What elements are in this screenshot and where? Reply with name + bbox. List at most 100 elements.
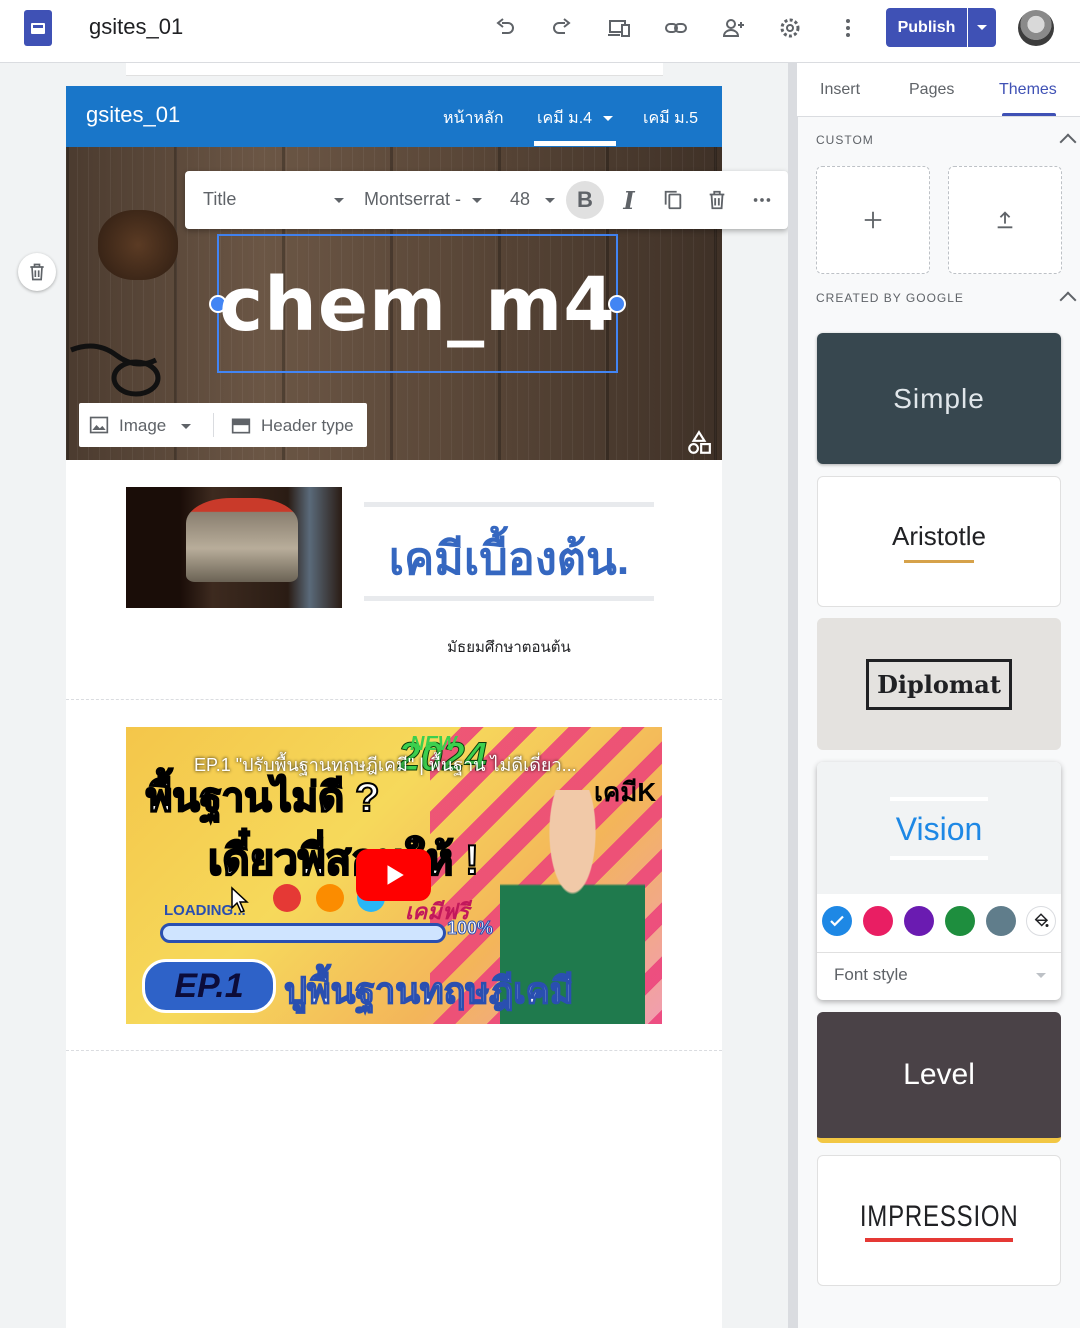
text-style-dropdown[interactable]: Title [203, 189, 348, 210]
avatar[interactable] [1018, 10, 1054, 46]
ruler [126, 63, 663, 76]
video-thumb-ep-badge: EP.1 [142, 959, 276, 1013]
header-type-button[interactable]: Header type [261, 416, 354, 436]
section-subtext[interactable]: มัธยมศึกษาตอนต้น [364, 635, 654, 659]
theme-diplomat[interactable]: Diplomat [817, 618, 1061, 750]
import-theme-button[interactable] [948, 166, 1062, 274]
theme-accent-line [904, 559, 974, 563]
loading-ball-red [273, 884, 301, 912]
theme-aristotle[interactable]: Aristotle [817, 476, 1061, 607]
active-tab-indicator [1002, 113, 1056, 116]
font-family-dropdown[interactable]: Montserrat - [364, 189, 484, 210]
font-size-value: 48 [510, 189, 531, 209]
delete-icon[interactable] [702, 185, 732, 215]
color-swatch-gray[interactable] [986, 906, 1016, 936]
plus-icon [864, 211, 882, 229]
duplicate-icon[interactable] [658, 185, 688, 215]
theme-level[interactable]: Level [817, 1012, 1061, 1143]
glasses-decoration [70, 343, 161, 397]
sites-logo-icon[interactable] [24, 10, 52, 46]
theme-accent-line [890, 855, 988, 860]
delete-section-button[interactable] [18, 253, 56, 291]
color-swatch-pink[interactable] [863, 906, 893, 936]
nav-active-indicator [534, 141, 616, 146]
chevron-down-icon [545, 198, 555, 203]
trash-icon [30, 263, 44, 281]
bold-button[interactable]: B [566, 181, 604, 219]
document-title[interactable]: gsites_01 [89, 14, 183, 40]
mouse-cursor-icon [231, 886, 249, 913]
italic-button[interactable]: I [614, 185, 644, 215]
tab-pages[interactable]: Pages [909, 81, 954, 99]
video-thumb-ep-title: ปูพื้นฐานทฤษฎีเคมี [283, 969, 574, 1012]
header-title-text[interactable]: chem_m4 [217, 262, 618, 348]
youtube-play-button[interactable] [356, 849, 431, 901]
video-channel-brand: เคมีK [594, 777, 657, 807]
preview-devices-icon[interactable] [601, 10, 637, 46]
chevron-down-icon [180, 424, 191, 430]
publish-options-dropdown[interactable] [968, 8, 996, 47]
lamp-shade-detail [186, 498, 298, 582]
color-swatch-blue-selected[interactable] [822, 906, 852, 936]
theme-name: Aristotle [892, 520, 986, 551]
created-by-google-label: CREATED BY GOOGLE [816, 291, 964, 305]
header-image-dropdown[interactable]: Image [119, 416, 191, 436]
theme-accent-line [865, 1237, 1013, 1242]
nav-item-home[interactable]: หน้าหลัก [443, 106, 504, 131]
publish-button[interactable]: Publish [886, 8, 967, 47]
shapes-icon[interactable] [686, 430, 712, 456]
nav-item-chem-m5[interactable]: เคมี ม.5 [643, 106, 698, 131]
custom-section-label: CUSTOM [816, 133, 874, 147]
undo-icon[interactable] [487, 10, 523, 46]
font-style-dropdown[interactable]: Font style [834, 965, 1046, 985]
theme-vision[interactable]: Vision [817, 762, 1061, 894]
nav-item-label: เคมี ม.4 [537, 110, 593, 127]
tab-insert[interactable]: Insert [820, 81, 860, 99]
section-boundary [66, 1050, 722, 1051]
image-icon [89, 415, 109, 440]
more-vert-icon[interactable] [830, 10, 866, 46]
upload-icon [997, 211, 1013, 229]
color-swatch-purple[interactable] [904, 906, 934, 936]
header-image-label: Image [119, 416, 167, 435]
font-family-value: Montserrat - [364, 189, 462, 209]
link-icon[interactable] [658, 10, 694, 46]
settings-gear-icon[interactable] [772, 10, 808, 46]
pinecone-decoration [98, 210, 178, 280]
more-horiz-icon[interactable] [747, 185, 777, 215]
check-icon [830, 915, 844, 927]
chevron-down-icon [334, 198, 344, 203]
section-heading[interactable]: เคมีเบื้องต้น. [364, 522, 654, 594]
share-person-add-icon[interactable] [715, 10, 751, 46]
canvas-scrollbar[interactable] [788, 63, 797, 1328]
tab-themes[interactable]: Themes [999, 81, 1057, 99]
site-name[interactable]: gsites_01 [86, 102, 180, 128]
redo-icon[interactable] [544, 10, 580, 46]
paint-bucket-icon [1034, 913, 1049, 927]
chevron-down-icon [1036, 973, 1046, 978]
chevron-down-icon [472, 198, 482, 203]
header-type-icon [231, 416, 251, 441]
play-icon [387, 865, 404, 885]
video-title[interactable]: EP.1 "ปรับพื้นฐานทฤษฎีเคมี" | พื้นฐาน ไม… [194, 750, 577, 779]
theme-name: Simple [893, 382, 985, 414]
theme-impression[interactable]: IMPRESSION [817, 1155, 1061, 1286]
chevron-down-icon [602, 116, 613, 122]
theme-name: Diplomat [866, 658, 1012, 710]
theme-accent-line [890, 796, 988, 801]
theme-name: Vision [895, 810, 983, 847]
video-thumb-percent: 100% [446, 918, 494, 939]
video-thumb-loading-bar [160, 923, 446, 943]
custom-color-button[interactable] [1026, 906, 1056, 936]
add-custom-theme-button[interactable] [816, 166, 930, 274]
color-swatch-green[interactable] [945, 906, 975, 936]
nav-item-chem-m4[interactable]: เคมี ม.4 [537, 106, 613, 131]
loading-ball-orange [316, 884, 344, 912]
divider-bottom [364, 596, 654, 601]
divider-top [364, 502, 654, 507]
chevron-down-icon [977, 25, 987, 30]
text-style-value: Title [203, 189, 237, 209]
divider [817, 952, 1061, 953]
theme-simple[interactable]: Simple [817, 333, 1061, 464]
font-size-dropdown[interactable]: 48 [510, 189, 555, 210]
